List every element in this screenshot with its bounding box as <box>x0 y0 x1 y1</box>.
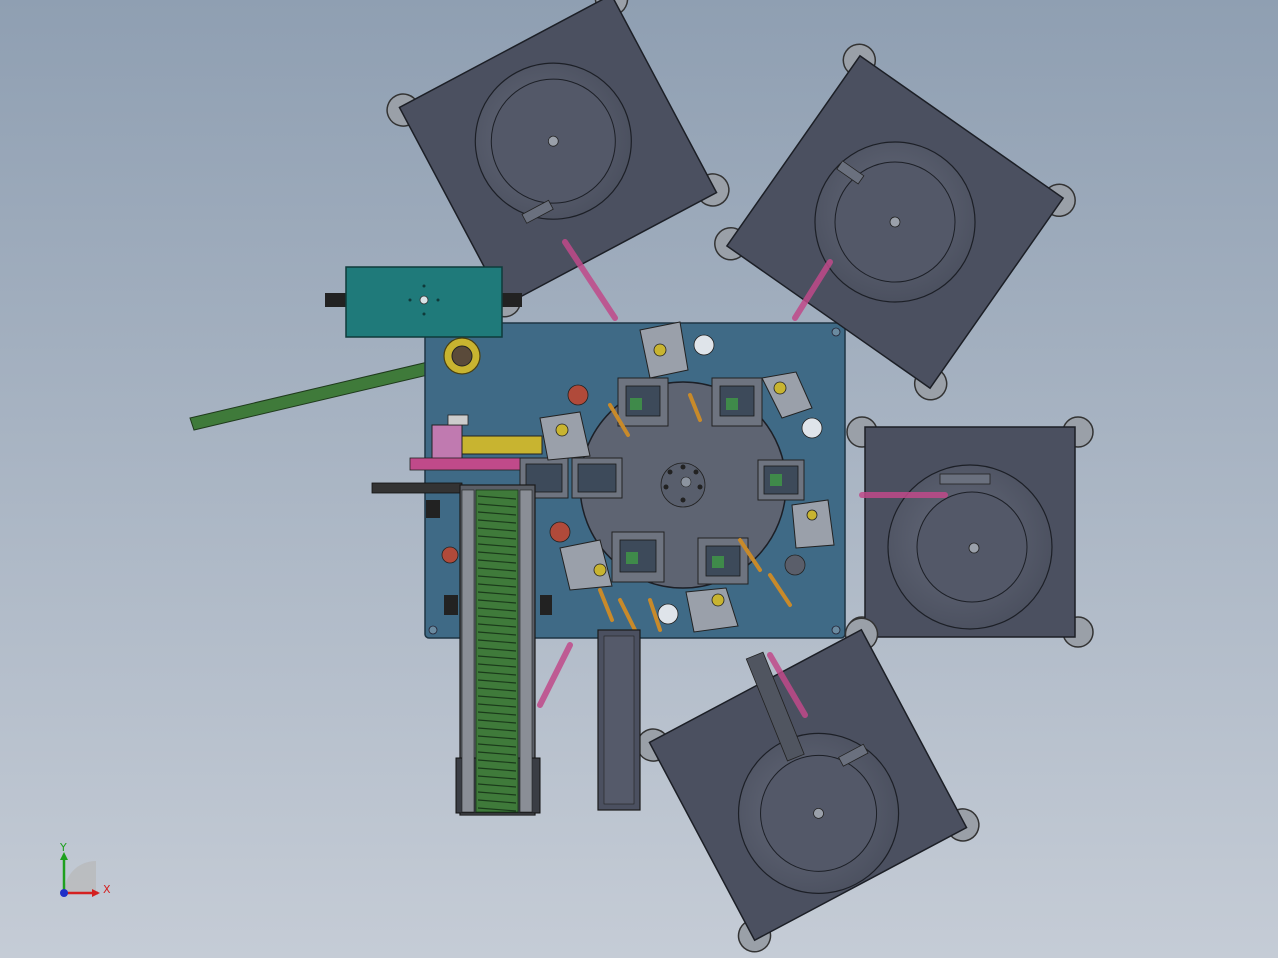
x-axis-label: X <box>103 883 111 896</box>
drive-pulley <box>443 337 481 375</box>
assembly-canvas[interactable]: X Y <box>0 0 1278 958</box>
vibratory-feeder-right[interactable] <box>846 416 1094 648</box>
cad-viewport[interactable]: X Y <box>0 0 1278 958</box>
z-axis-dot-icon <box>60 889 68 897</box>
motor-housing[interactable] <box>325 266 522 338</box>
output-conveyor-left[interactable] <box>455 484 541 816</box>
discharge-chute <box>597 629 641 811</box>
y-axis-label: Y <box>59 841 67 854</box>
